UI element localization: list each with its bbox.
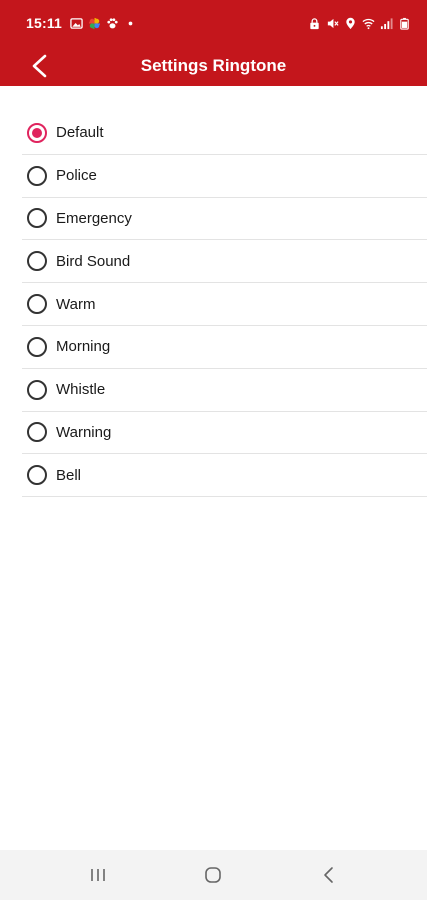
radio-unchecked-icon[interactable] [27, 251, 47, 272]
location-icon [344, 17, 357, 30]
status-time: 15:11 [26, 15, 63, 31]
ringtone-list: Default Police Emergency Bird Sound Warm Morn… [22, 112, 427, 498]
ringtone-option-morning[interactable]: Morning [22, 326, 427, 369]
radio-unchecked-icon[interactable] [27, 336, 47, 357]
back-icon [324, 867, 333, 883]
app-bar: Settings Ringtone [0, 46, 427, 86]
ringtone-label: Emergency [56, 209, 132, 227]
ringtone-option-emergency[interactable]: Emergency [22, 198, 427, 241]
page-title: Settings Ringtone [140, 56, 287, 75]
navigation-bar [0, 850, 427, 900]
ringtone-label: Whistle [56, 381, 106, 399]
status-left: 15:11 [26, 15, 137, 31]
signal-icon [380, 17, 393, 30]
screen: 15:11 Settings Ringtone Default Police E… [0, 0, 427, 900]
radio-unchecked-icon[interactable] [27, 294, 47, 315]
paw-icon [106, 17, 119, 30]
battery-icon [398, 17, 411, 30]
mute-icon [326, 17, 339, 30]
home-button[interactable] [193, 855, 233, 895]
radio-unchecked-icon[interactable] [27, 165, 47, 186]
radio-unchecked-icon[interactable] [27, 465, 47, 486]
status-bar: 15:11 [0, 0, 427, 46]
radio-unchecked-icon[interactable] [27, 379, 47, 400]
photos-pinwheel-icon [88, 17, 101, 30]
home-icon [205, 867, 222, 883]
ringtone-option-warning[interactable]: Warning [22, 412, 427, 455]
ringtone-label: Warm [56, 295, 96, 313]
ringtone-label: Police [56, 167, 97, 185]
recents-button[interactable] [78, 855, 118, 895]
status-right [308, 17, 411, 30]
recents-icon [91, 869, 105, 881]
ringtone-label: Default [56, 124, 104, 142]
ringtone-option-police[interactable]: Police [22, 155, 427, 198]
system-back-button[interactable] [309, 855, 349, 895]
dot-icon [124, 17, 137, 30]
ringtone-label: Morning [56, 338, 111, 356]
radio-checked-icon[interactable] [27, 122, 47, 143]
ringtone-option-warm[interactable]: Warm [22, 283, 427, 326]
back-button[interactable] [22, 52, 56, 80]
radio-unchecked-icon[interactable] [27, 208, 47, 229]
ringtone-option-whistle[interactable]: Whistle [22, 369, 427, 412]
radio-unchecked-icon[interactable] [27, 422, 47, 443]
ringtone-option-bird-sound[interactable]: Bird Sound [22, 240, 427, 284]
back-chevron-icon [32, 54, 47, 78]
ringtone-label: Bird Sound [56, 252, 131, 270]
lock-icon [308, 17, 321, 30]
ringtone-label: Bell [56, 466, 82, 484]
ringtone-label: Warning [56, 423, 112, 441]
ringtone-option-default[interactable]: Default [22, 112, 427, 155]
wifi-icon [362, 17, 375, 30]
gallery-icon [70, 17, 83, 30]
ringtone-option-bell[interactable]: Bell [22, 454, 427, 498]
